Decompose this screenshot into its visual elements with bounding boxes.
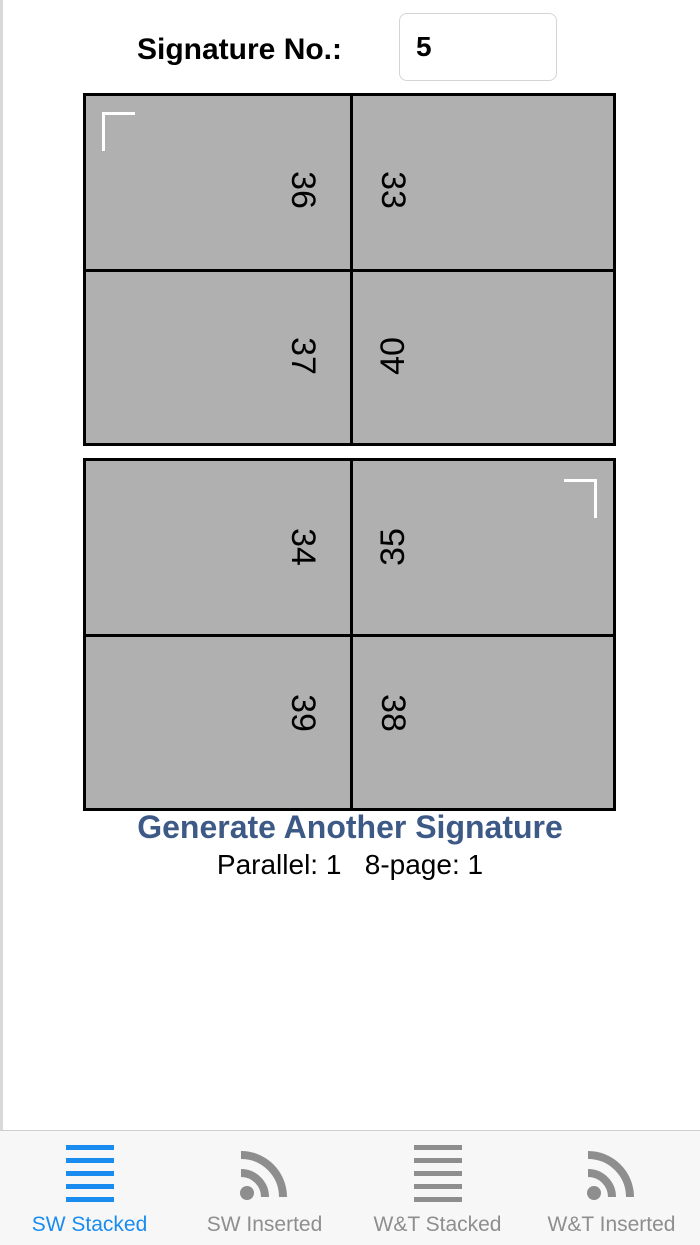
page-number: 39 bbox=[284, 694, 322, 732]
tab-label: W&T Stacked bbox=[373, 1213, 502, 1236]
list-icon bbox=[65, 1145, 114, 1202]
corner-mark bbox=[564, 479, 597, 518]
corner-mark bbox=[102, 112, 135, 151]
rss-icon bbox=[586, 1151, 634, 1200]
page-number: 34 bbox=[284, 528, 322, 566]
page-number: 33 bbox=[374, 171, 412, 209]
fold-line-horizontal bbox=[86, 269, 613, 272]
fold-line-horizontal bbox=[86, 634, 613, 637]
tab-bar: SW Stacked SW Inserted W&T Stacked W&T I… bbox=[0, 1130, 700, 1245]
signature-sheet-back: 34 35 39 38 bbox=[83, 458, 616, 811]
left-edge-divider bbox=[0, 0, 3, 1130]
tab-label: SW Inserted bbox=[206, 1213, 323, 1236]
page-number: 37 bbox=[284, 337, 322, 375]
page-number: 40 bbox=[374, 337, 412, 375]
signature-number-input[interactable] bbox=[399, 13, 557, 81]
page-number: 35 bbox=[374, 528, 412, 566]
list-icon bbox=[413, 1145, 462, 1202]
tab-sw-stacked[interactable]: SW Stacked bbox=[2, 1131, 177, 1245]
signature-label: Signature No.: bbox=[137, 33, 343, 66]
signature-counts: Parallel: 1 8-page: 1 bbox=[216, 849, 484, 880]
tab-wt-stacked[interactable]: W&T Stacked bbox=[350, 1131, 525, 1245]
tab-label: W&T Inserted bbox=[547, 1213, 676, 1236]
tab-sw-inserted[interactable]: SW Inserted bbox=[177, 1131, 352, 1245]
signature-sheet-front: 36 33 37 40 bbox=[83, 93, 616, 446]
tab-label: SW Stacked bbox=[31, 1213, 148, 1236]
tab-wt-inserted[interactable]: W&T Inserted bbox=[524, 1131, 699, 1245]
page-number: 38 bbox=[374, 694, 412, 732]
generate-another-signature-button[interactable]: Generate Another Signature bbox=[0, 806, 700, 848]
rss-icon bbox=[239, 1151, 287, 1200]
page-number: 36 bbox=[284, 171, 322, 209]
